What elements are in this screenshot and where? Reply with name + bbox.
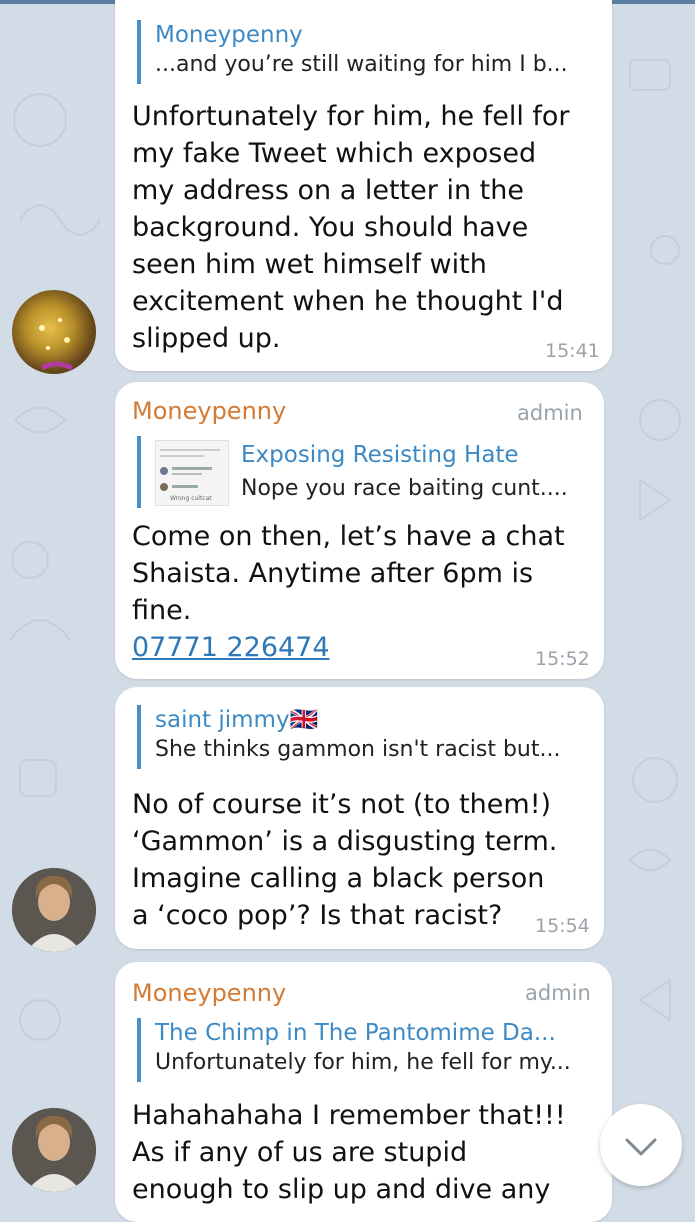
profile-photo: [12, 868, 96, 952]
reply-snippet: Nope you race baiting cunt....: [241, 476, 568, 501]
reply-quote[interactable]: The Chimp in The Pantomime Da... Unfortu…: [137, 1018, 597, 1082]
message-text: Unfortunately for him, he fell for my fa…: [132, 101, 570, 354]
avatar[interactable]: [12, 290, 96, 374]
admin-badge: admin: [517, 401, 583, 425]
reply-quote[interactable]: saint jimmy🇬🇧 She thinks gammon isn't ra…: [137, 705, 592, 769]
profile-photo: [12, 1108, 96, 1192]
reply-thumbnail: Wrong cultcat: [155, 440, 229, 506]
reply-quote[interactable]: Wrong cultcat Exposing Resisting Hate No…: [137, 436, 592, 508]
avatar[interactable]: [12, 868, 96, 952]
message-text: No of course it’s not (to them!) ‘Gammon…: [132, 789, 558, 931]
phone-link[interactable]: 07771 226474: [132, 629, 592, 666]
reply-author: saint jimmy🇬🇧: [155, 707, 319, 733]
chevron-down-icon: [625, 1138, 657, 1156]
glitter-icon: [39, 318, 74, 371]
message-time: 15:41: [545, 340, 600, 362]
message-bubble[interactable]: Moneypenny ...and you’re still waiting f…: [115, 0, 612, 371]
message-text: Come on then, let’s have a chat Shaista.…: [132, 518, 592, 666]
message-bubble[interactable]: Moneypenny admin The Chimp in The Pantom…: [115, 962, 612, 1222]
message-bubble[interactable]: Moneypenny admin Wrong cultcat Exposing …: [115, 382, 604, 679]
message-text: Hahahahaha I remember that!!! As if any …: [132, 1100, 566, 1205]
scroll-down-button[interactable]: [600, 1104, 682, 1186]
reply-snippet: Unfortunately for him, he fell for my...: [155, 1050, 571, 1075]
sender-name[interactable]: Moneypenny: [132, 978, 286, 1008]
reply-snippet: ...and you’re still waiting for him I b.…: [155, 52, 568, 77]
reply-snippet: She thinks gammon isn't racist but...: [155, 737, 561, 762]
sender-name[interactable]: Moneypenny: [132, 396, 286, 426]
message-bubble[interactable]: saint jimmy🇬🇧 She thinks gammon isn't ra…: [115, 687, 604, 949]
reply-author: Exposing Resisting Hate: [241, 442, 519, 468]
message-time: 15:54: [535, 915, 590, 937]
reply-author: The Chimp in The Pantomime Da...: [155, 1020, 556, 1046]
message-time: 15:52: [535, 648, 590, 670]
reply-quote[interactable]: Moneypenny ...and you’re still waiting f…: [137, 20, 597, 84]
avatar[interactable]: [12, 1108, 96, 1192]
reply-author: Moneypenny: [155, 22, 303, 48]
admin-badge: admin: [525, 981, 591, 1005]
thumbnail-caption: Wrong cultcat: [170, 495, 212, 502]
